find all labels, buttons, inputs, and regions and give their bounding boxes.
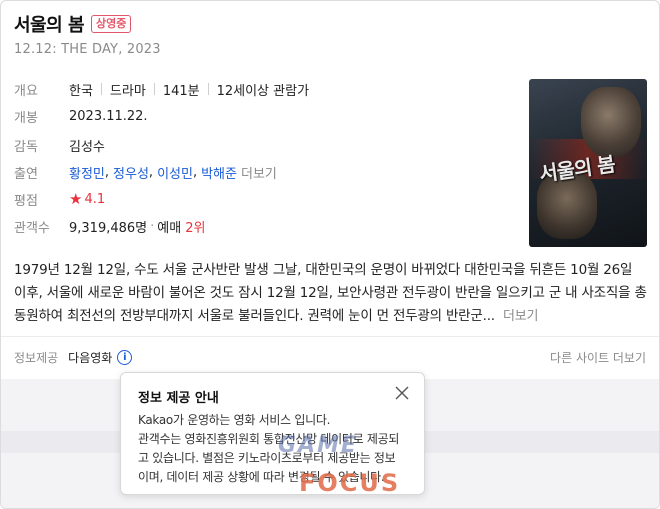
cast-link[interactable]: 이성민: [157, 163, 193, 182]
audience-row: 관객수 9,319,486명 · 예매 2위: [14, 216, 205, 236]
popup-line: 고 있습니다. 별점은 키노라이츠로부터 제공받는 정보: [138, 451, 396, 465]
poster-figure-top: [581, 87, 641, 157]
rating-row: 평점 ★ 4.1: [14, 189, 105, 209]
movie-title[interactable]: 서울의 봄: [14, 11, 85, 37]
close-icon[interactable]: [394, 385, 410, 401]
reservation-rank: 2위: [185, 220, 206, 236]
star-icon: ★: [69, 190, 83, 208]
info-icon[interactable]: i: [117, 350, 133, 365]
popup-title: 정보 제공 안내: [138, 391, 219, 406]
cast-row: 출연 황정민, 정우성, 이성민, 박해준 더보기: [14, 162, 277, 182]
rating-value: 4.1: [84, 191, 106, 207]
status-badge: 상영중: [91, 15, 132, 33]
separator: [153, 83, 155, 95]
overview-label: 개요: [14, 83, 38, 99]
synopsis-more-link[interactable]: 더보기: [503, 309, 538, 324]
movie-subtitle: 12.12: THE DAY, 2023: [14, 42, 161, 57]
cast-link[interactable]: 황정민: [69, 163, 105, 182]
other-sites-link[interactable]: 다른 사이트 더보기: [550, 349, 646, 366]
director-link[interactable]: 김성수: [69, 136, 105, 155]
synopsis: 1979년 12월 12일, 수도 서울 군사반란 발생 그날, 대한민국의 운…: [14, 259, 648, 328]
cast-more-link[interactable]: 더보기: [241, 163, 277, 182]
audience-count: 9,319,486명: [69, 220, 148, 236]
movie-poster[interactable]: 서울의 봄: [529, 79, 647, 247]
movie-info-card: 서울의 봄 상영중 12.12: THE DAY, 2023 개요 한국 드라마…: [0, 0, 660, 509]
director-label: 감독: [14, 139, 38, 155]
cast-label: 출연: [14, 166, 38, 182]
director-row: 감독 김성수: [14, 135, 105, 155]
info-tooltip-popup: 정보 제공 안내 Kakao가 운영하는 영화 서비스 입니다. 관객수는 영화…: [120, 372, 425, 495]
provider-label: 정보제공: [14, 351, 59, 365]
overview-values: 한국 드라마 141분 12세이상 관람가: [69, 80, 309, 99]
audience-label: 관객수: [14, 220, 50, 236]
overview-genre: 드라마: [109, 83, 146, 99]
popup-line: 이며, 데이터 제공 상황에 따라 변경될 수 있습니다.: [138, 470, 385, 484]
reservation-label: 예매: [157, 220, 182, 236]
overview-row: 개요 한국 드라마 141분 12세이상 관람가: [14, 79, 309, 99]
release-date: 2023.11.22.: [69, 108, 148, 124]
release-row: 개봉 2023.11.22.: [14, 106, 148, 126]
overview-runtime: 141분: [162, 83, 200, 99]
rating-label: 평점: [14, 193, 38, 209]
cast-values: 황정민, 정우성, 이성민, 박해준 더보기: [69, 163, 277, 182]
release-label: 개봉: [14, 110, 38, 126]
synopsis-text: 1979년 12월 12일, 수도 서울 군사반란 발생 그날, 대한민국의 운…: [14, 262, 647, 324]
rating-values: ★ 4.1: [69, 190, 105, 208]
separator: [207, 83, 209, 95]
popup-line: Kakao가 운영하는 영화 서비스 입니다.: [138, 413, 331, 427]
title-row: 서울의 봄 상영중: [14, 11, 132, 37]
overview-age-rating: 12세이상 관람가: [216, 83, 310, 99]
cast-link[interactable]: 박해준: [201, 163, 237, 182]
audience-values: 9,319,486명 · 예매 2위: [69, 218, 206, 236]
popup-body: Kakao가 운영하는 영화 서비스 입니다. 관객수는 영화진흥위원회 통합전…: [138, 411, 418, 487]
provider-footer: 정보제공 다음영화 i: [14, 349, 133, 366]
separator: [100, 83, 102, 95]
popup-line: 관객수는 영화진흥위원회 통합전산망 데이터로 제공되: [138, 432, 400, 446]
cast-link[interactable]: 정우성: [113, 163, 149, 182]
provider-name[interactable]: 다음영화: [68, 349, 112, 366]
divider: [1, 336, 659, 337]
overview-country: 한국: [69, 83, 93, 99]
